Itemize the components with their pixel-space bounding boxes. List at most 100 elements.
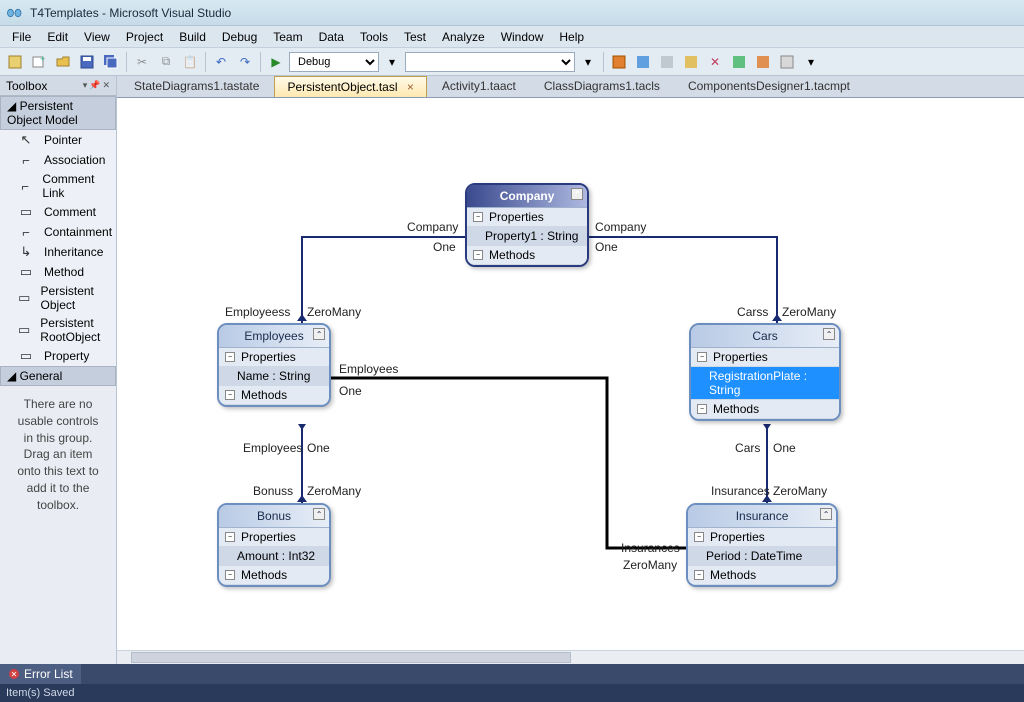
toolbox-item-method[interactable]: ▭Method bbox=[0, 262, 116, 282]
tab-activity[interactable]: Activity1.taact bbox=[429, 75, 529, 97]
menu-data[interactable]: Data bbox=[311, 27, 352, 47]
save-button[interactable] bbox=[76, 51, 98, 73]
paste-button[interactable]: 📋 bbox=[179, 51, 201, 73]
toolbox-item-property[interactable]: ▭Property bbox=[0, 346, 116, 366]
status-bar: Item(s) Saved bbox=[0, 684, 1024, 702]
toolbox-item-commentlink[interactable]: ⌐Comment Link bbox=[0, 170, 116, 202]
tb-icon5[interactable]: ✕ bbox=[704, 51, 726, 73]
tb-icon4[interactable] bbox=[680, 51, 702, 73]
collapse-icon[interactable]: ⌃ bbox=[571, 188, 583, 200]
minus-icon[interactable]: − bbox=[473, 250, 483, 260]
tb-icon8[interactable] bbox=[776, 51, 798, 73]
tab-errorlist[interactable]: ✕ Error List bbox=[0, 664, 81, 684]
tb-icon6[interactable] bbox=[728, 51, 750, 73]
entity-employees[interactable]: Employees⌃ −Properties Name : String −Me… bbox=[217, 323, 331, 407]
toolbox-item-comment[interactable]: ▭Comment bbox=[0, 202, 116, 222]
tab-classdiagrams[interactable]: ClassDiagrams1.tacls bbox=[531, 75, 673, 97]
menu-window[interactable]: Window bbox=[493, 27, 552, 47]
toolbox-item-inheritance[interactable]: ↳Inheritance bbox=[0, 242, 116, 262]
label-bonuss: Bonuss bbox=[253, 484, 293, 498]
menu-view[interactable]: View bbox=[76, 27, 118, 47]
tb-icon1[interactable] bbox=[608, 51, 630, 73]
toolbox-panel: Toolbox ▾ 📌 ✕ ◢ Persistent Object Model … bbox=[0, 76, 117, 664]
cut-button[interactable]: ✂ bbox=[131, 51, 153, 73]
menu-build[interactable]: Build bbox=[171, 27, 214, 47]
platform-select[interactable] bbox=[405, 52, 575, 72]
dropdown2[interactable]: ▾ bbox=[577, 51, 599, 73]
toolbox-item-association[interactable]: ⌐Association bbox=[0, 150, 116, 170]
collapse-icon[interactable]: ⌃ bbox=[823, 328, 835, 340]
redo-button[interactable]: ↷ bbox=[234, 51, 256, 73]
property-row[interactable]: RegistrationPlate : String bbox=[691, 367, 839, 400]
menu-test[interactable]: Test bbox=[396, 27, 434, 47]
minus-icon[interactable]: − bbox=[694, 570, 704, 580]
tab-persistentobject[interactable]: PersistentObject.tasl × bbox=[274, 76, 426, 97]
tb-icon2[interactable] bbox=[632, 51, 654, 73]
toolbox-section-model[interactable]: ◢ Persistent Object Model bbox=[0, 96, 116, 130]
menu-edit[interactable]: Edit bbox=[39, 27, 76, 47]
menu-file[interactable]: File bbox=[4, 27, 39, 47]
label-company-left: Company bbox=[407, 220, 458, 234]
open-button[interactable] bbox=[52, 51, 74, 73]
tab-statediagrams[interactable]: StateDiagrams1.tastate bbox=[121, 75, 272, 97]
menu-debug[interactable]: Debug bbox=[214, 27, 265, 47]
property-row[interactable]: Period : DateTime bbox=[688, 547, 836, 566]
start-debug-button[interactable]: ▶ bbox=[265, 51, 287, 73]
toolbox-dropdown-icon[interactable]: ▾ bbox=[83, 80, 88, 91]
toolbox-item-persistentrootobject[interactable]: ▭Persistent RootObject bbox=[0, 314, 116, 346]
entity-insurance[interactable]: Insurance⌃ −Properties Period : DateTime… bbox=[686, 503, 838, 587]
property-row[interactable]: Name : String bbox=[219, 367, 329, 386]
minus-icon[interactable]: − bbox=[225, 390, 235, 400]
minus-icon[interactable]: − bbox=[473, 212, 483, 222]
label-zeromany3: ZeroMany bbox=[307, 484, 361, 498]
minus-icon[interactable]: − bbox=[225, 570, 235, 580]
tb-icon3[interactable] bbox=[656, 51, 678, 73]
h-scrollbar[interactable] bbox=[117, 650, 1024, 664]
association-icon: ⌐ bbox=[18, 152, 34, 168]
pointer-icon: ↖ bbox=[18, 132, 34, 148]
dropdown1[interactable]: ▾ bbox=[381, 51, 403, 73]
tb-dropdown[interactable]: ▾ bbox=[800, 51, 822, 73]
tb-icon7[interactable] bbox=[752, 51, 774, 73]
toolbox-close-icon[interactable]: ✕ bbox=[103, 80, 111, 91]
method-icon: ▭ bbox=[18, 264, 34, 280]
menu-analyze[interactable]: Analyze bbox=[434, 27, 493, 47]
entity-company[interactable]: Company⌃ −Properties Property1 : String … bbox=[465, 183, 589, 267]
tab-componentsdesigner[interactable]: ComponentsDesigner1.tacmpt bbox=[675, 75, 863, 97]
new-project-button[interactable] bbox=[4, 51, 26, 73]
collapse-icon[interactable]: ⌃ bbox=[313, 328, 325, 340]
document-tabs: StateDiagrams1.tastate PersistentObject.… bbox=[117, 76, 1024, 98]
toolbox-item-pointer[interactable]: ↖Pointer bbox=[0, 130, 116, 150]
toolbox-section-general[interactable]: ◢ General bbox=[0, 366, 116, 386]
undo-button[interactable]: ↶ bbox=[210, 51, 232, 73]
menu-tools[interactable]: Tools bbox=[352, 27, 396, 47]
save-all-button[interactable] bbox=[100, 51, 122, 73]
entity-cars[interactable]: Cars⌃ −Properties RegistrationPlate : St… bbox=[689, 323, 841, 421]
copy-button[interactable]: ⧉ bbox=[155, 51, 177, 73]
property-row[interactable]: Amount : Int32 bbox=[219, 547, 329, 566]
menu-help[interactable]: Help bbox=[551, 27, 592, 47]
diagram-canvas[interactable]: Company⌃ −Properties Property1 : String … bbox=[117, 98, 1024, 664]
config-select[interactable]: Debug bbox=[289, 52, 379, 72]
add-item-button[interactable]: + bbox=[28, 51, 50, 73]
label-one2: One bbox=[307, 441, 330, 455]
minus-icon[interactable]: − bbox=[225, 352, 235, 362]
minus-icon[interactable]: − bbox=[694, 532, 704, 542]
close-tab-icon[interactable]: × bbox=[407, 80, 414, 94]
minus-icon[interactable]: − bbox=[225, 532, 235, 542]
toolbox-item-containment[interactable]: ⌐Containment bbox=[0, 222, 116, 242]
toolbox-item-persistentobject[interactable]: ▭Persistent Object bbox=[0, 282, 116, 314]
window-title: T4Templates - Microsoft Visual Studio bbox=[30, 6, 231, 20]
menu-project[interactable]: Project bbox=[118, 27, 171, 47]
minus-icon[interactable]: − bbox=[697, 352, 707, 362]
entity-bonus[interactable]: Bonus⌃ −Properties Amount : Int32 −Metho… bbox=[217, 503, 331, 587]
label-one-left: One bbox=[433, 240, 456, 254]
toolbox-pin-icon[interactable]: 📌 bbox=[89, 80, 100, 91]
label-employees-role: Employees bbox=[243, 441, 302, 455]
property-row[interactable]: Property1 : String bbox=[467, 227, 587, 246]
menu-team[interactable]: Team bbox=[265, 27, 310, 47]
minus-icon[interactable]: − bbox=[697, 404, 707, 414]
entity-title: Bonus bbox=[257, 509, 291, 523]
collapse-icon[interactable]: ⌃ bbox=[820, 508, 832, 520]
collapse-icon[interactable]: ⌃ bbox=[313, 508, 325, 520]
